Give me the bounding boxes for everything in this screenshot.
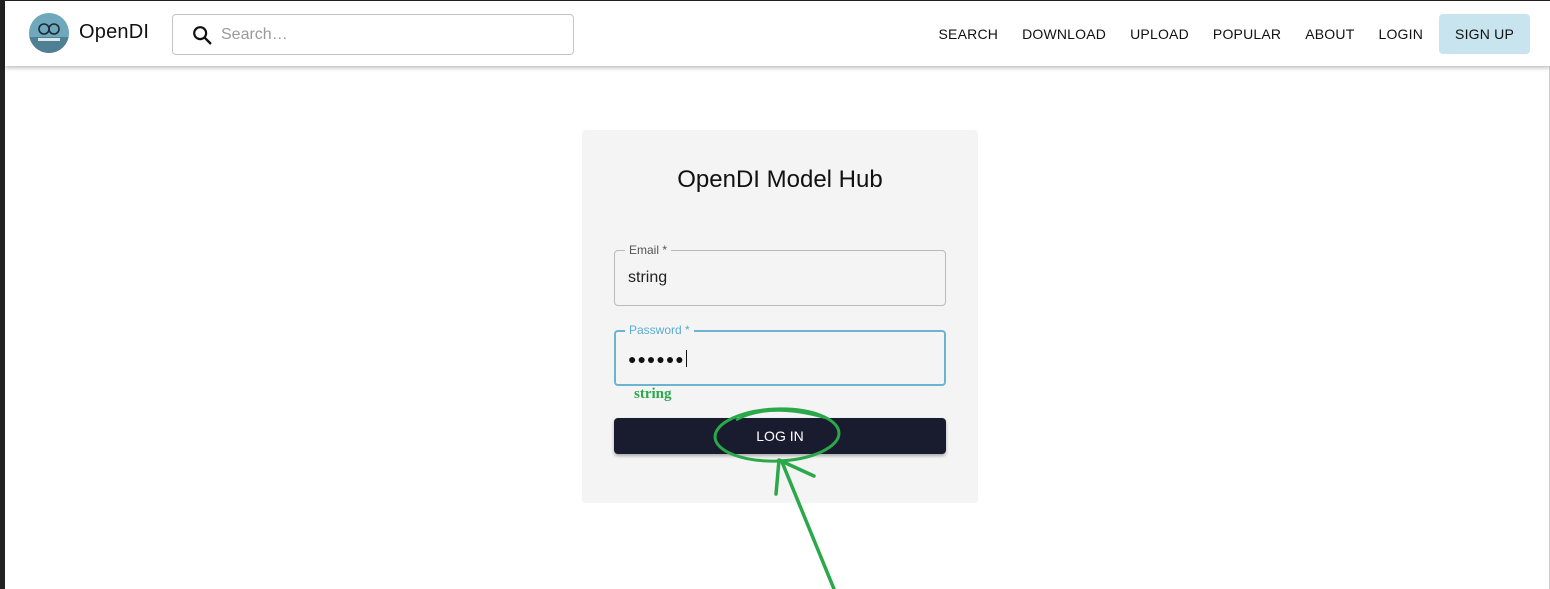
- email-value[interactable]: string: [628, 269, 667, 287]
- text-caret: [685, 350, 687, 367]
- login-title: OpenDI Model Hub: [677, 166, 883, 193]
- page: OpenDI SEARCH DOWNLOAD UPLOAD POPULAR AB…: [0, 0, 1550, 589]
- search-box[interactable]: [172, 14, 574, 55]
- search-input[interactable]: [221, 23, 561, 47]
- window-border-left: [0, 0, 5, 589]
- login-card: OpenDI Model Hub Email * string Password…: [582, 130, 978, 503]
- nav-popular[interactable]: POPULAR: [1201, 14, 1293, 54]
- password-field[interactable]: Password * ●●●●●●: [614, 323, 946, 386]
- email-label: Email *: [625, 243, 672, 257]
- login-button[interactable]: LOG IN: [614, 418, 946, 454]
- nav-download[interactable]: DOWNLOAD: [1010, 14, 1118, 54]
- nav-about[interactable]: ABOUT: [1293, 14, 1366, 54]
- nav-login[interactable]: LOGIN: [1366, 14, 1435, 54]
- opendi-logo[interactable]: [29, 13, 69, 53]
- search-icon: [193, 26, 212, 45]
- signup-button[interactable]: SIGN UP: [1439, 14, 1530, 54]
- top-nav: SEARCH DOWNLOAD UPLOAD POPULAR ABOUT LOG…: [927, 14, 1530, 54]
- brand-name[interactable]: OpenDI: [79, 21, 149, 44]
- email-field[interactable]: Email * string: [614, 243, 946, 306]
- password-value[interactable]: ●●●●●●: [628, 350, 687, 367]
- password-label: Password *: [625, 323, 694, 337]
- password-mask: ●●●●●●: [628, 351, 685, 367]
- nav-upload[interactable]: UPLOAD: [1118, 14, 1201, 54]
- nav-search[interactable]: SEARCH: [927, 14, 1011, 54]
- logo-icon: [29, 13, 69, 53]
- annotation-password-hint: string: [634, 386, 672, 402]
- app-bar: OpenDI SEARCH DOWNLOAD UPLOAD POPULAR AB…: [5, 1, 1550, 66]
